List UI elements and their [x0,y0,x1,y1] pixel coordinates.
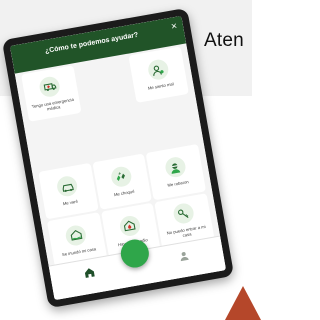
thief-icon [163,155,187,180]
empty-tile [137,95,197,151]
option-label: Se inundó mi casa [61,245,97,257]
phone-screen: ¿Cómo te podemos ayudar? × Tengo una eme… [9,15,227,301]
close-icon[interactable]: × [170,21,178,33]
background-header-text: Aten [204,30,244,51]
empty-tile [30,114,90,170]
option-label: Me robaron [167,179,190,189]
car-crash-icon [109,165,133,189]
option-medical-emergency[interactable]: Tengo una emergencia médica [21,65,82,122]
profile-icon[interactable] [177,248,192,268]
option-car-breakdown[interactable]: Me varé [38,162,99,219]
house-fire-icon [118,214,142,238]
option-robbed[interactable]: Me robaron [145,143,207,200]
empty-tile [75,56,135,112]
option-car-crash[interactable]: Me choqué [92,153,153,210]
ambulance-icon [38,74,62,99]
option-feel-sick[interactable]: Me siento mal [128,46,189,103]
decorative-corner-shape [225,286,261,320]
option-label: Me choqué [113,188,135,198]
flooded-house-icon [64,223,88,247]
empty-tile [83,105,143,161]
option-label: Me varé [62,198,79,207]
person-sick-icon [146,58,170,82]
car-breakdown-icon [55,174,80,199]
key-icon [171,202,195,226]
option-label: Tengo una emergencia médica [31,96,75,112]
option-label: Me siento mal [147,81,175,91]
home-icon[interactable] [82,265,97,285]
help-options-grid: Tengo una emergencia médica Me siento ma… [21,46,215,268]
